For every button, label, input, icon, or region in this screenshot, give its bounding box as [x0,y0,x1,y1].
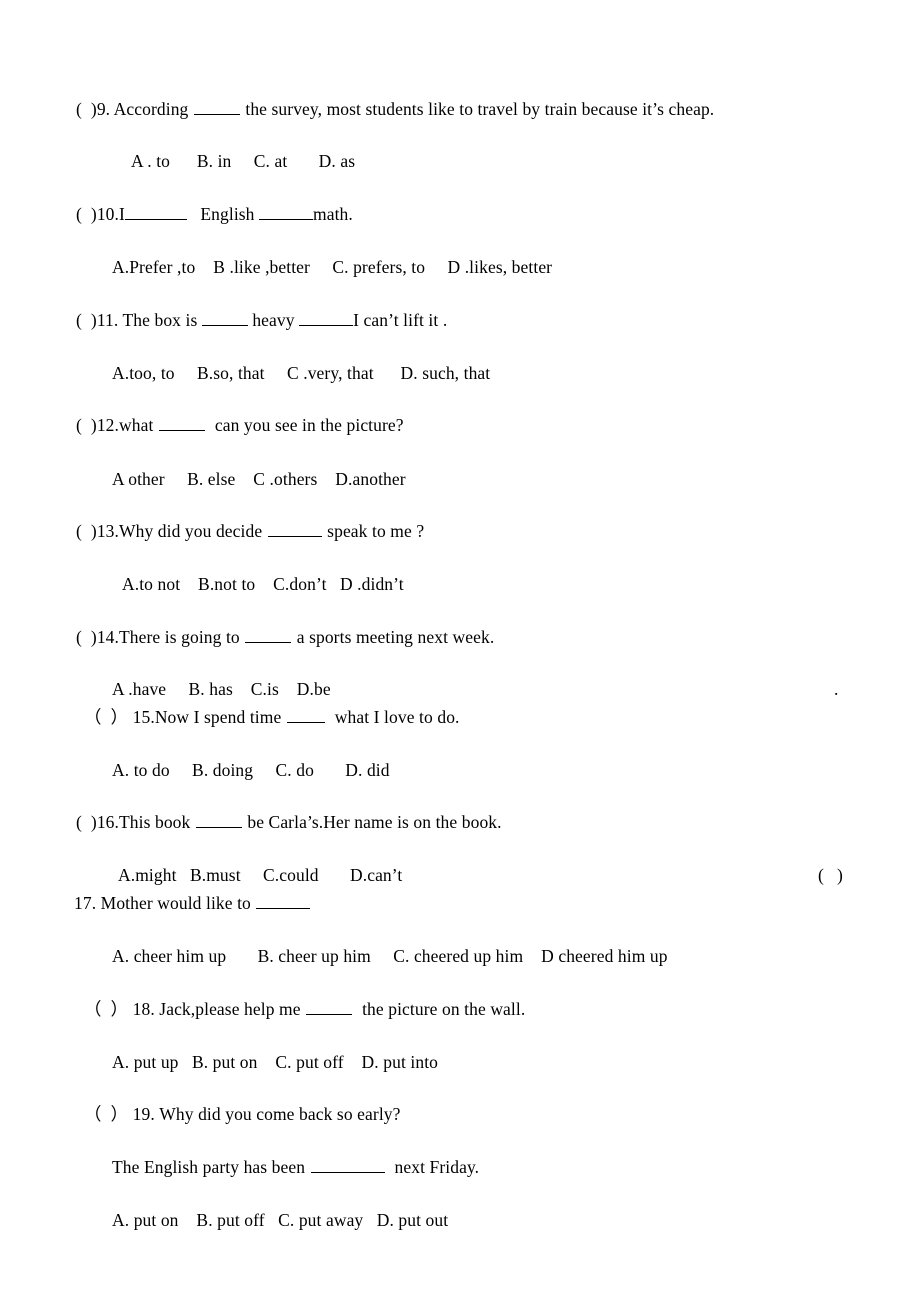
question-14-text-before: There is going to [119,627,245,647]
question-13-number: 13. [96,521,119,541]
question-14-stem: ( )14.There is going to a sports meeting… [76,627,494,647]
question-17-options[interactable]: A. cheer him up B. cheer up him C. cheer… [112,946,668,966]
question-16-text-before: This book [119,812,195,832]
question-18-number: 18. [128,999,155,1019]
question-12-text-before: what [119,415,158,435]
question-14-blank[interactable] [245,628,292,643]
question-18-options[interactable]: A. put up B. put on C. put off D. put in… [112,1052,438,1072]
question-11-options[interactable]: A.too, to B.so, that C .very, that D. su… [112,363,490,383]
question-15-options[interactable]: A. to do B. doing C. do D. did [112,760,390,780]
worksheet-page: ( )9. According the survey, most student… [0,0,920,1300]
question-17-blank[interactable] [256,894,311,909]
question-12-number: 12. [96,415,119,435]
question-10-options[interactable]: A.Prefer ,to B .like ,better C. prefers,… [112,257,552,277]
question-9-bracket[interactable]: ( ) [76,99,97,119]
question-15-blank[interactable] [286,708,325,723]
question-16-options[interactable]: A.might B.must C.could D.can’t [118,865,402,885]
question-15-text-before: Now I spend time [154,707,286,727]
question-9-number: 9. [96,99,111,119]
question-17-stem: 17. Mother would like to [74,893,311,913]
question-11-bracket[interactable]: ( ) [76,310,97,330]
question-15-text-after: what I love to do. [325,707,460,727]
question-19-blank[interactable] [310,1158,385,1173]
question-16-blank[interactable] [195,813,242,828]
question-15-stem: （ ） 15.Now I spend time what I love to d… [84,707,460,727]
question-11-blank-1[interactable] [201,311,248,326]
question-12-bracket[interactable]: ( ) [76,415,97,435]
question-19-sub-text-before: The English party has been [112,1157,310,1177]
question-12-stem: ( )12.what can you see in the picture? [76,415,404,435]
question-10-text-after: math. [313,204,353,224]
question-14-text-after: a sports meeting next week. [292,627,495,647]
question-16-text-after: be Carla’s.Her name is on the book. [242,812,502,832]
question-11-number: 11. [96,310,119,330]
question-10-text-mid: English [186,204,260,224]
question-14-bracket[interactable]: ( ) [76,627,97,647]
question-19-bracket[interactable]: （ ） [84,1104,128,1124]
question-16-bracket[interactable]: ( ) [76,812,97,832]
question-16-number: 16. [96,812,119,832]
question-9-text-before: According [110,99,193,119]
question-11-text-before: The box is [118,310,202,330]
stray-period-mark: . [834,679,839,699]
question-19-stem: （ ） 19. Why did you come back so early? [84,1104,401,1124]
question-11-blank-2[interactable] [299,311,354,326]
question-18-blank[interactable] [306,1000,353,1015]
question-10-blank-2[interactable] [259,205,314,220]
question-17-number: 17. [74,893,97,913]
question-17-text-before: Mother would like to [96,893,256,913]
question-10-stem: ( )10.I English math. [76,204,353,224]
question-14-number: 14. [96,627,119,647]
question-16-stem: ( )16.This book be Carla’s.Her name is o… [76,812,502,832]
question-13-blank[interactable] [267,522,322,537]
question-13-text-before: Why did you decide [119,521,267,541]
question-13-text-after: speak to me ? [322,521,425,541]
question-19-sub-text-after: next Friday. [385,1157,480,1177]
question-19-options[interactable]: A. put on B. put off C. put away D. put … [112,1210,448,1230]
orphan-answer-bracket[interactable]: ( ) [818,865,843,886]
question-10-bracket[interactable]: ( ) [76,204,97,224]
question-11-text-mid: heavy [247,310,300,330]
question-19-text-before: Why did you come back so early? [154,1104,401,1124]
question-10-number: 10. [96,204,119,224]
question-10-blank-1[interactable] [124,205,187,220]
question-9-stem: ( )9. According the survey, most student… [76,99,714,119]
question-13-bracket[interactable]: ( ) [76,521,97,541]
question-11-text-after: I can’t lift it . [353,310,448,330]
question-13-stem: ( )13.Why did you decide speak to me ? [76,521,424,541]
question-11-stem: ( )11. The box is heavy I can’t lift it … [76,310,447,330]
question-12-text-after: can you see in the picture? [205,415,404,435]
question-13-options[interactable]: A.to not B.not to C.don’t D .didn’t [122,574,404,594]
question-9-blank[interactable] [193,100,240,115]
question-19-number: 19. [128,1104,155,1124]
question-19-sub-stem: The English party has been next Friday. [112,1157,479,1177]
question-15-bracket[interactable]: （ ） [84,707,128,727]
question-14-options[interactable]: A .have B. has C.is D.be [112,679,331,699]
question-18-stem: （ ） 18. Jack,please help me the picture … [84,999,525,1019]
question-18-text-after: the picture on the wall. [353,999,526,1019]
question-12-options[interactable]: A other B. else C .others D.another [112,469,406,489]
question-18-bracket[interactable]: （ ） [84,999,128,1019]
question-9-options[interactable]: A . to B. in C. at D. as [131,151,355,171]
question-18-text-before: Jack,please help me [154,999,306,1019]
question-15-number: 15. [128,707,155,727]
question-12-blank[interactable] [158,416,205,431]
question-9-text-after: the survey, most students like to travel… [240,99,715,119]
